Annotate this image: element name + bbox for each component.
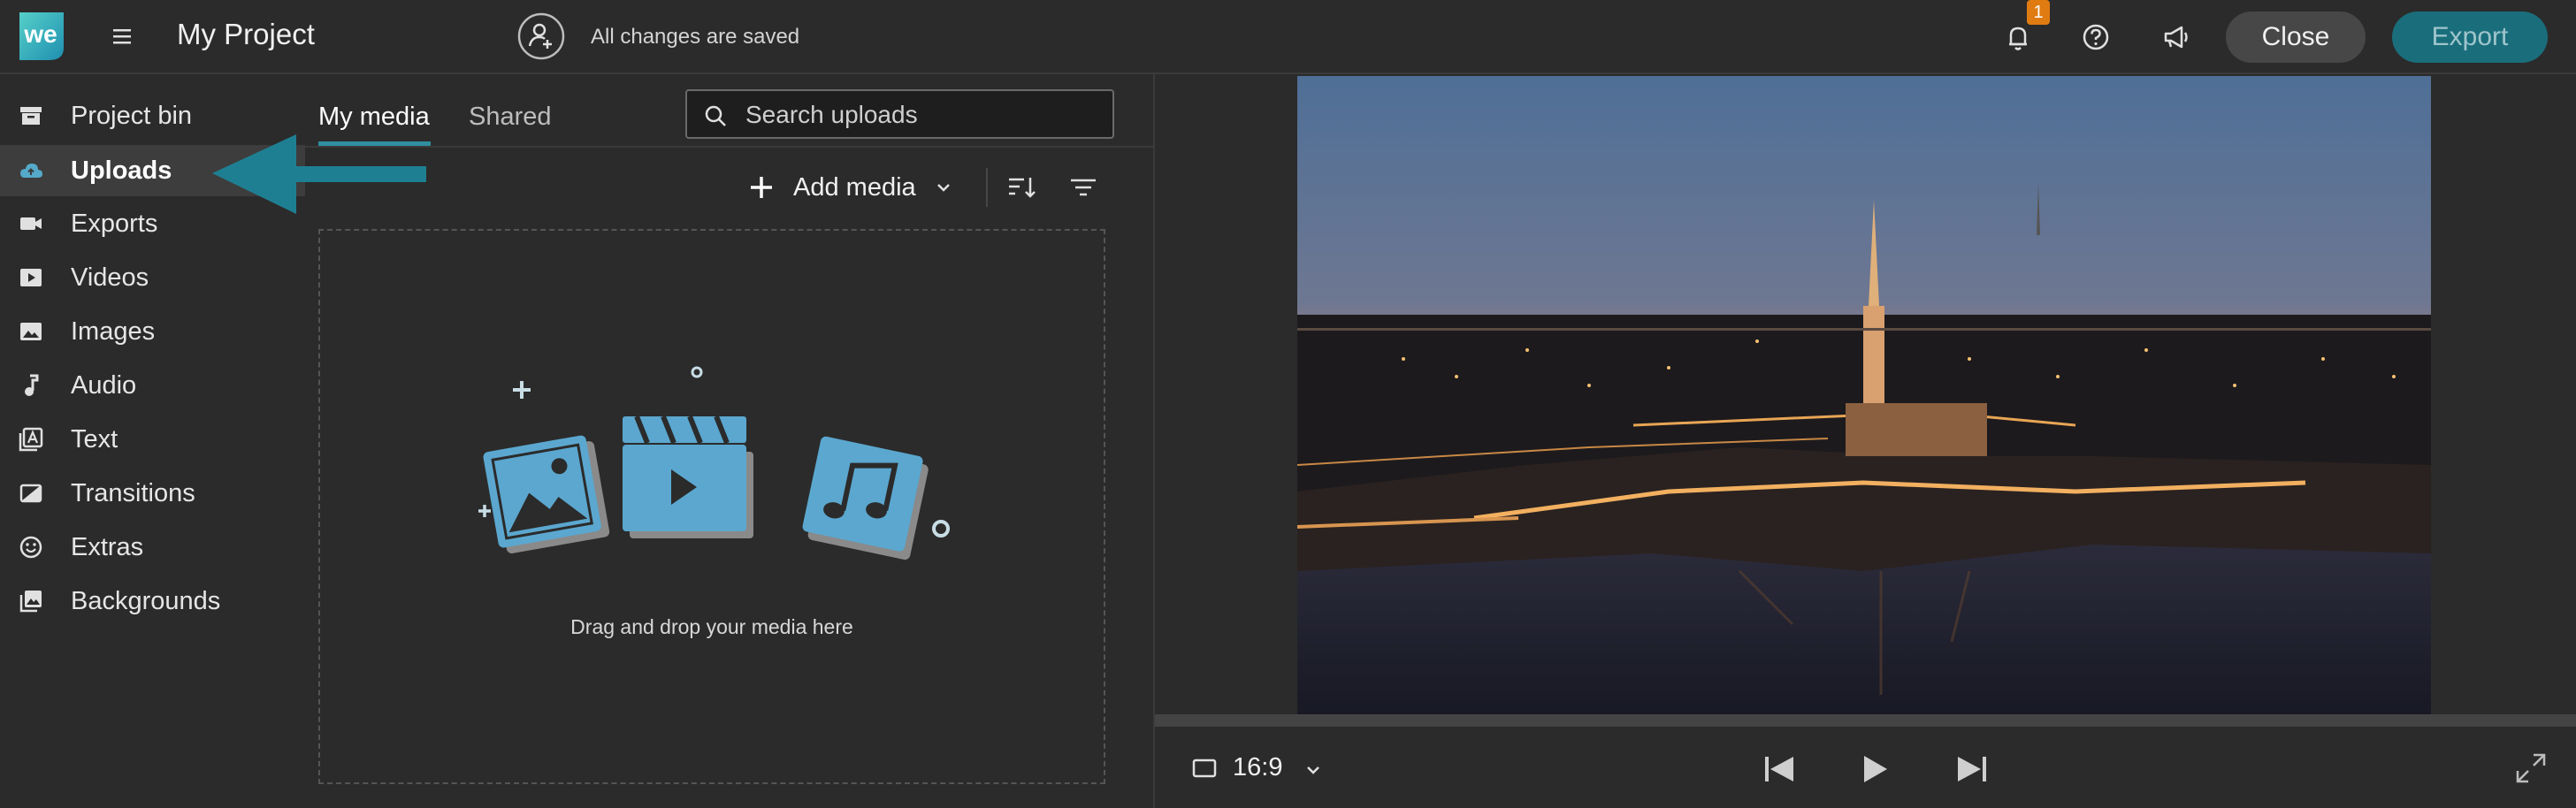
hamburger-menu-icon[interactable] — [108, 21, 138, 51]
top-bar: we My Project All changes are saved 1 Cl… — [0, 0, 2576, 74]
play-icon[interactable] — [1857, 751, 1892, 787]
sidebar-item-label: Project bin — [71, 101, 193, 130]
svg-text:we: we — [23, 20, 57, 48]
sidebar-item-label: Audio — [71, 370, 137, 400]
play-box-icon — [20, 269, 42, 286]
close-button[interactable]: Close — [2226, 11, 2366, 63]
media-dropzone[interactable]: Drag and drop your media here — [318, 229, 1105, 784]
add-media-label: Add media — [793, 173, 916, 202]
sidebar-item-audio[interactable]: Audio — [0, 360, 305, 411]
aspect-ratio-value: 16:9 — [1233, 753, 1283, 781]
project-title[interactable]: My Project — [177, 18, 315, 51]
toolbar-separator — [986, 168, 988, 207]
skip-to-end-icon[interactable] — [1954, 751, 1990, 787]
media-illustration-icon — [478, 366, 950, 560]
add-collaborator-icon[interactable] — [517, 12, 565, 60]
panel-divider — [1153, 74, 1155, 808]
add-media-button[interactable]: Add media — [747, 168, 959, 209]
sidebar-item-label: Uploads — [71, 156, 172, 185]
backgrounds-icon — [19, 591, 42, 613]
help-icon[interactable] — [2078, 19, 2114, 55]
sidebar-item-label: Text — [71, 424, 118, 454]
search-box[interactable] — [685, 89, 1114, 139]
chevron-down-icon — [1307, 766, 1319, 774]
dropzone-text: Drag and drop your media here — [570, 615, 853, 638]
filter-icon[interactable] — [1067, 173, 1099, 202]
plus-icon — [751, 177, 772, 198]
image-icon — [20, 323, 42, 340]
search-input[interactable] — [744, 98, 1101, 132]
sidebar-item-label: Transitions — [71, 478, 195, 507]
tab-my-media[interactable]: My media — [318, 103, 430, 132]
sidebar-item-extras[interactable]: Extras — [0, 522, 305, 573]
chevron-down-icon — [937, 184, 950, 192]
cloud-upload-icon — [20, 164, 42, 178]
aspect-ratio-icon — [1192, 758, 1217, 778]
video-preview[interactable] — [1297, 76, 2431, 714]
archive-icon — [20, 107, 42, 125]
announcement-icon[interactable] — [2158, 19, 2193, 55]
bell-icon[interactable] — [2000, 19, 2036, 55]
sidebar-item-label: Backgrounds — [71, 586, 221, 615]
notification-badge: 1 — [2027, 0, 2050, 25]
fullscreen-icon[interactable] — [2514, 751, 2548, 785]
sidebar-item-label: Exports — [71, 209, 158, 238]
tabs-divider — [305, 146, 1154, 148]
search-icon — [705, 105, 726, 126]
sort-icon[interactable] — [1006, 173, 1038, 202]
aspect-ratio-selector[interactable]: 16:9 — [1192, 751, 1334, 787]
transition-icon — [19, 484, 42, 503]
sidebar-item-label: Extras — [71, 532, 144, 561]
sidebar-item-transitions[interactable]: Transitions — [0, 468, 305, 519]
skip-to-start-icon[interactable] — [1762, 751, 1797, 787]
sidebar-item-videos[interactable]: Videos — [0, 252, 305, 303]
sidebar-item-backgrounds[interactable]: Backgrounds — [0, 576, 305, 627]
sidebar-item-label: Images — [71, 316, 156, 346]
active-tab-indicator — [318, 141, 431, 146]
smiley-icon — [19, 536, 42, 559]
sidebar-item-label: Videos — [71, 263, 149, 292]
we-logo-icon[interactable]: we — [14, 9, 69, 64]
export-button[interactable]: Export — [2392, 11, 2548, 63]
tab-shared[interactable]: Shared — [469, 103, 552, 132]
text-icon — [19, 427, 43, 452]
music-note-icon — [25, 374, 39, 396]
video-camera-icon — [20, 217, 42, 230]
save-status: All changes are saved — [591, 25, 800, 49]
playback-scrubber[interactable] — [1155, 714, 2576, 727]
sidebar-item-text[interactable]: Text — [0, 414, 305, 465]
sidebar-item-images[interactable]: Images — [0, 306, 305, 357]
